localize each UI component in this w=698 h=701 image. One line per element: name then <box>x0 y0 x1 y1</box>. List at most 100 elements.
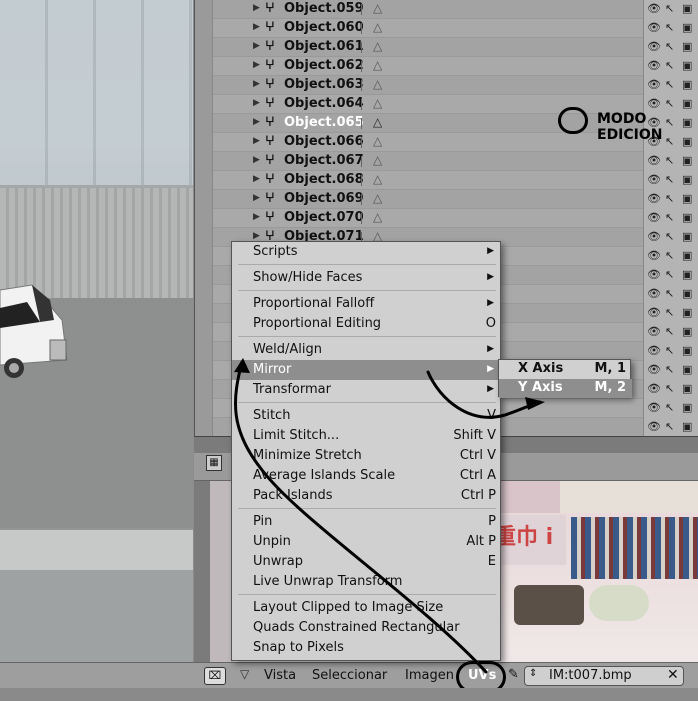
render-icon[interactable]: ▣ <box>682 2 692 15</box>
eye-icon[interactable]: 👁 <box>647 192 661 205</box>
render-icon[interactable]: ▣ <box>682 306 692 319</box>
cursor-icon[interactable]: ↖ <box>665 363 674 376</box>
eye-icon[interactable]: 👁 <box>647 211 661 224</box>
render-icon[interactable]: ▣ <box>682 59 692 72</box>
expand-arrow-icon[interactable]: ▶ <box>253 22 260 32</box>
expand-arrow-icon[interactable]: ▶ <box>253 79 260 89</box>
render-icon[interactable]: ▣ <box>682 268 692 281</box>
expand-arrow-icon[interactable]: ▶ <box>253 174 260 184</box>
expand-arrow-icon[interactable]: ▶ <box>253 155 260 165</box>
expand-arrow-icon[interactable]: ▶ <box>253 231 260 241</box>
editor-type-icon[interactable]: ⌧ <box>204 667 226 685</box>
cursor-icon[interactable]: ↖ <box>665 78 674 91</box>
cursor-icon[interactable]: ↖ <box>665 287 674 300</box>
submenu-item-y-axis[interactable]: Y Axis M, 2 <box>499 379 632 398</box>
eye-icon[interactable]: 👁 <box>647 268 661 281</box>
render-icon[interactable]: ▣ <box>682 287 692 300</box>
cursor-icon[interactable]: ↖ <box>665 325 674 338</box>
grid-icon[interactable]: ▦ <box>206 455 222 471</box>
eye-icon[interactable]: 👁 <box>647 420 661 433</box>
menu-item-live-unwrap-transform[interactable]: Live Unwrap Transform <box>232 572 502 592</box>
outliner-row[interactable]: ▶ ⵖ Object.069 △ 👁 ↖ ▣ <box>213 190 698 209</box>
render-icon[interactable]: ▣ <box>682 21 692 34</box>
menu-item-unwrap[interactable]: Unwrap E <box>232 552 502 572</box>
object-name[interactable]: Object.070 <box>284 210 364 225</box>
menu-item-pin[interactable]: Pin P <box>232 512 502 532</box>
menu-item-unpin[interactable]: Unpin Alt P <box>232 532 502 552</box>
expand-arrow-icon[interactable]: ▶ <box>253 41 260 51</box>
submenu-item-x-axis[interactable]: X Axis M, 1 <box>499 360 632 379</box>
eye-icon[interactable]: 👁 <box>647 306 661 319</box>
menu-item-average-islands-scale[interactable]: Average Islands Scale Ctrl A <box>232 466 502 486</box>
menu-item-proportional-editing[interactable]: Proportional Editing O <box>232 314 502 334</box>
menu-seleccionar[interactable]: Seleccionar <box>312 668 387 683</box>
menu-imagen[interactable]: Imagen <box>405 668 454 683</box>
eye-icon[interactable]: 👁 <box>647 40 661 53</box>
eye-icon[interactable]: 👁 <box>647 344 661 357</box>
3d-viewport[interactable] <box>0 0 193 662</box>
cursor-icon[interactable]: ↖ <box>665 21 674 34</box>
mesh-icon[interactable]: △ <box>373 1 382 15</box>
eye-icon[interactable]: 👁 <box>647 21 661 34</box>
eye-icon[interactable]: 👁 <box>647 382 661 395</box>
render-icon[interactable]: ▣ <box>682 325 692 338</box>
pin-icon[interactable]: ✎ <box>508 667 519 682</box>
menu-item-snap-to-pixels[interactable]: Snap to Pixels <box>232 638 502 658</box>
image-browse-field[interactable]: ⇕ IM:t007.bmp ✕ <box>524 666 684 686</box>
cursor-icon[interactable]: ↖ <box>665 2 674 15</box>
eye-icon[interactable]: 👁 <box>647 154 661 167</box>
render-icon[interactable]: ▣ <box>682 97 692 110</box>
menu-item-limit-stitch[interactable]: Limit Stitch... Shift V <box>232 426 502 446</box>
outliner-row[interactable]: ▶ ⵖ Object.059 △ 👁 ↖ ▣ <box>213 0 698 19</box>
eye-icon[interactable]: 👁 <box>647 2 661 15</box>
render-icon[interactable]: ▣ <box>682 40 692 53</box>
eye-icon[interactable]: 👁 <box>647 287 661 300</box>
collapse-menu-icon[interactable]: ▽ <box>240 667 249 681</box>
render-icon[interactable]: ▣ <box>682 154 692 167</box>
menu-item-show-hide-faces[interactable]: Show/Hide Faces ▶ <box>232 268 502 288</box>
expand-arrow-icon[interactable]: ▶ <box>253 193 260 203</box>
outliner-row[interactable]: ▶ ⵖ Object.070 △ 👁 ↖ ▣ <box>213 209 698 228</box>
menu-item-stitch[interactable]: Stitch V <box>232 406 502 426</box>
render-icon[interactable]: ▣ <box>682 211 692 224</box>
cursor-icon[interactable]: ↖ <box>665 59 674 72</box>
expand-arrow-icon[interactable]: ▶ <box>253 212 260 222</box>
mesh-icon[interactable]: △ <box>373 210 382 224</box>
menu-vista[interactable]: Vista <box>264 668 296 683</box>
expand-arrow-icon[interactable]: ▶ <box>253 60 260 70</box>
outliner-row[interactable]: ▶ ⵖ Object.062 △ 👁 ↖ ▣ <box>213 57 698 76</box>
mesh-edit-mode-icon[interactable]: △ <box>373 115 382 129</box>
expand-arrow-icon[interactable]: ▶ <box>253 117 260 127</box>
mesh-icon[interactable]: △ <box>373 58 382 72</box>
menu-item-pack-islands[interactable]: Pack Islands Ctrl P <box>232 486 502 506</box>
mesh-icon[interactable]: △ <box>373 39 382 53</box>
object-name[interactable]: Object.059 <box>284 1 364 16</box>
mesh-icon[interactable]: △ <box>373 96 382 110</box>
mesh-icon[interactable]: △ <box>373 153 382 167</box>
render-icon[interactable]: ▣ <box>682 363 692 376</box>
eye-icon[interactable]: 👁 <box>647 59 661 72</box>
menu-item-layout-clipped[interactable]: Layout Clipped to Image Size <box>232 598 502 618</box>
image-name[interactable]: IM:t007.bmp <box>549 668 632 683</box>
browse-arrows-icon[interactable]: ⇕ <box>529 668 537 679</box>
render-icon[interactable]: ▣ <box>682 78 692 91</box>
cursor-icon[interactable]: ↖ <box>665 97 674 110</box>
render-icon[interactable]: ▣ <box>682 401 692 414</box>
eye-icon[interactable]: 👁 <box>647 249 661 262</box>
mesh-icon[interactable]: △ <box>373 134 382 148</box>
object-name[interactable]: Object.063 <box>284 77 364 92</box>
cursor-icon[interactable]: ↖ <box>665 344 674 357</box>
menu-item-mirror[interactable]: Mirror ▶ <box>232 360 502 380</box>
eye-icon[interactable]: 👁 <box>647 97 661 110</box>
object-name[interactable]: Object.064 <box>284 96 364 111</box>
menu-item-quads-constrained[interactable]: Quads Constrained Rectangular <box>232 618 502 638</box>
outliner-row[interactable]: ▶ ⵖ Object.063 △ 👁 ↖ ▣ <box>213 76 698 95</box>
mesh-icon[interactable]: △ <box>373 20 382 34</box>
object-name[interactable]: Object.061 <box>284 39 364 54</box>
cursor-icon[interactable]: ↖ <box>665 211 674 224</box>
render-icon[interactable]: ▣ <box>682 249 692 262</box>
expand-arrow-icon[interactable]: ▶ <box>253 3 260 13</box>
render-icon[interactable]: ▣ <box>682 173 692 186</box>
expand-arrow-icon[interactable]: ▶ <box>253 136 260 146</box>
render-icon[interactable]: ▣ <box>682 192 692 205</box>
